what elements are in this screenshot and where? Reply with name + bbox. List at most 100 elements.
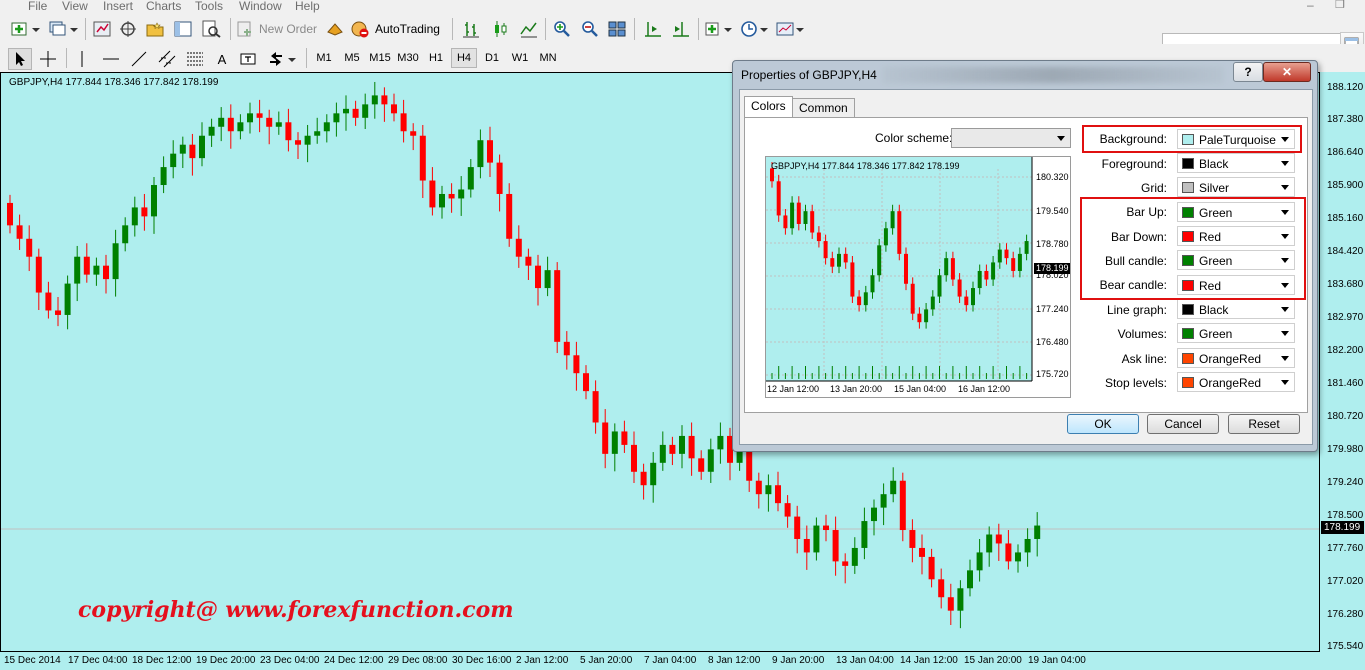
arrows-button[interactable] (265, 48, 299, 70)
candle-body (746, 449, 753, 481)
candle-body (26, 238, 33, 257)
candle-body (535, 265, 541, 289)
crosshair-icon (40, 51, 56, 67)
candle-body (573, 355, 580, 374)
zoom-in-button[interactable] (550, 18, 574, 40)
channel-icon (158, 50, 176, 68)
reset-button[interactable]: Reset (1228, 414, 1300, 434)
timeframe-h4[interactable]: H4 (451, 48, 477, 68)
menu-view[interactable]: View (62, 0, 88, 13)
candle-body (698, 458, 705, 472)
grid-color-select[interactable]: Silver (1177, 177, 1295, 197)
blurred-title-area (883, 67, 1223, 83)
cancel-button[interactable]: Cancel (1147, 414, 1219, 434)
foreground-color-select[interactable]: Black (1177, 153, 1295, 173)
menu-window[interactable]: Window (239, 0, 282, 13)
candlestick-button[interactable] (488, 18, 514, 40)
vertical-line-button[interactable] (71, 48, 93, 70)
timeframe-m15[interactable]: M15 (367, 48, 393, 68)
candle-body (765, 485, 772, 495)
price-scale[interactable]: 188.120 187.380 186.640 185.900 185.160 … (1320, 72, 1365, 652)
time-label: 18 Dec 12:00 (132, 655, 192, 666)
horizontal-line-icon (103, 58, 119, 60)
timeframe-w1[interactable]: W1 (507, 48, 533, 68)
preview-candle-body (877, 245, 882, 276)
terminal-button[interactable] (171, 18, 195, 40)
equidistant-channel-button[interactable] (155, 48, 179, 70)
candle-body (1005, 543, 1012, 562)
tab-common[interactable]: Common (792, 98, 855, 117)
time-label: 15 Dec 2014 (4, 655, 61, 666)
market-watch-button[interactable] (90, 18, 114, 40)
candle-body (707, 449, 714, 472)
cursor-button[interactable] (8, 48, 32, 70)
text-label-button[interactable] (237, 48, 259, 70)
volumes-color-select[interactable]: Green (1177, 323, 1295, 343)
magnifier-document-icon (202, 20, 221, 38)
trendline-button[interactable] (127, 48, 151, 70)
expert-button[interactable] (324, 18, 346, 40)
autoscroll-button[interactable] (668, 18, 694, 40)
timeframe-m5[interactable]: M5 (339, 48, 365, 68)
timeframe-d1[interactable]: D1 (479, 48, 505, 68)
help-button[interactable]: ? (1233, 62, 1263, 82)
candle-body (275, 122, 282, 127)
menu-bar: File View Insert Charts Tools Window Hel… (0, 0, 1365, 14)
restore-icon[interactable]: ❐ (1335, 0, 1345, 11)
bar-chart-button[interactable] (458, 18, 484, 40)
preview-candle-body (863, 292, 868, 306)
color-swatch (1182, 377, 1194, 388)
time-scale[interactable]: 15 Dec 2014 17 Dec 04:00 18 Dec 12:00 19… (0, 652, 1365, 670)
fibonacci-button[interactable] (183, 48, 207, 70)
candle-body (611, 431, 618, 454)
new-order-button[interactable]: New Order (236, 18, 320, 40)
periods-button[interactable] (739, 18, 771, 40)
preview-candle-body (890, 211, 895, 229)
chart-preview: GBPJPY,H4 177.844 178.346 177.842 178.19… (765, 156, 1071, 398)
new-chart-icon (11, 22, 40, 36)
candle-body (602, 422, 609, 454)
ok-button[interactable]: OK (1067, 414, 1139, 434)
navigator-button[interactable] (116, 18, 140, 40)
horizontal-line-button[interactable] (99, 48, 123, 70)
stop-levels-color-select[interactable]: OrangeRed (1177, 372, 1295, 392)
candle-body (314, 131, 321, 136)
text-button[interactable]: A (211, 48, 233, 70)
timeframe-m30[interactable]: M30 (395, 48, 421, 68)
templates-button[interactable] (775, 18, 807, 40)
expert-hat-icon (327, 23, 343, 36)
profiles-button[interactable] (46, 18, 80, 40)
menu-insert[interactable]: Insert (103, 0, 133, 13)
menu-help[interactable]: Help (295, 0, 320, 13)
timeframe-h1[interactable]: H1 (423, 48, 449, 68)
tab-colors[interactable]: Colors (744, 96, 793, 117)
menu-file[interactable]: File (28, 0, 47, 13)
crosshair-button[interactable] (36, 48, 60, 70)
autotrading-button[interactable]: AutoTrading (350, 18, 446, 40)
close-button[interactable]: ✕ (1263, 62, 1311, 82)
candle-body (995, 534, 1002, 544)
line-graph-color-select[interactable]: Black (1177, 299, 1295, 319)
tile-windows-button[interactable] (605, 18, 629, 40)
line-chart-button[interactable] (516, 18, 542, 40)
preview-candle-body (790, 202, 795, 229)
candle-body (285, 122, 292, 141)
tester-button[interactable] (198, 18, 224, 40)
timeframe-mn[interactable]: MN (535, 48, 561, 68)
candle-body (640, 471, 647, 486)
preview-candle-body (883, 228, 888, 246)
chart-shift-button[interactable] (640, 18, 666, 40)
indicators-button[interactable] (703, 18, 735, 40)
new-chart-button[interactable] (8, 18, 42, 40)
preview-candle-body (850, 262, 855, 297)
menu-tools[interactable]: Tools (195, 0, 223, 13)
zoom-out-button[interactable] (578, 18, 602, 40)
minimize-icon[interactable]: ‒ (1307, 0, 1314, 12)
ask-line-color-select[interactable]: OrangeRed (1177, 348, 1295, 368)
preview-candle-body (897, 211, 902, 254)
timeframe-m1[interactable]: M1 (311, 48, 337, 68)
favorites-button[interactable] (143, 18, 167, 40)
zoom-in-icon (554, 21, 570, 37)
chevron-down-icon (1281, 356, 1289, 361)
menu-charts[interactable]: Charts (146, 0, 181, 13)
